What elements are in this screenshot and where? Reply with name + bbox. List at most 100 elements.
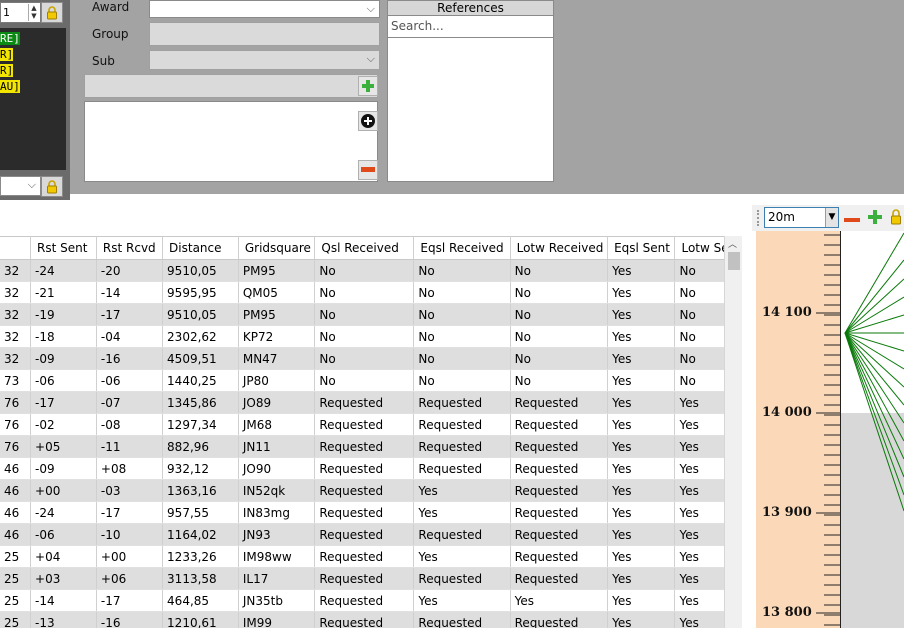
table-row[interactable]: 76 +05 -11 882,96 JN11 Requested Requested Requ…: [0, 435, 742, 458]
plus-icon: [362, 80, 374, 92]
table-cell: -06: [30, 523, 97, 546]
table-cell: No: [314, 281, 415, 304]
tag-item-0[interactable]: RE]: [0, 32, 22, 45]
group-field[interactable]: [149, 22, 380, 46]
table-cell: Requested: [314, 523, 415, 546]
table-row[interactable]: 32 -21 -14 9595,95 QM05 No No No Yes No: [0, 281, 742, 304]
spin-arrows-icon[interactable]: ▲ ▼: [28, 4, 39, 21]
freq-label-1: 14 000: [762, 405, 812, 420]
freq-label-3: 13 800: [762, 605, 812, 620]
references-search-input[interactable]: Search...: [388, 16, 553, 38]
table-cell: -24: [30, 259, 97, 282]
table-cell: JN11: [238, 435, 316, 458]
table-cell: 1363,16: [162, 479, 239, 502]
table-row[interactable]: 32 -18 -04 2302,62 KP72 No No No Yes No: [0, 325, 742, 348]
table-cell: Requested: [510, 479, 609, 502]
table-cell: Requested: [314, 457, 415, 480]
table-row[interactable]: 46 -24 -17 957,55 IN83mg Requested Yes Requeste…: [0, 501, 742, 524]
table-header-row: Rst Sent Rst Rcvd Distance Gridsquare Qsl Re…: [0, 236, 742, 260]
tag-item-3[interactable]: AU]: [0, 80, 22, 93]
table-cell: Requested: [314, 501, 415, 524]
toolbar-grip[interactable]: [757, 210, 760, 226]
band-spot-map[interactable]: [841, 231, 904, 628]
remove-award-button[interactable]: [358, 160, 378, 180]
table-row[interactable]: 46 -06 -10 1164,02 JN93 Requested Requested Req…: [0, 523, 742, 546]
table-cell: Requested: [510, 391, 609, 414]
table-row[interactable]: 76 -17 -07 1345,86 JO89 Requested Requested Req…: [0, 391, 742, 414]
scroll-up-icon[interactable]: ︿: [728, 237, 737, 250]
table-row[interactable]: 25 -13 -16 1210,61 IM99 Requested Requested Req…: [0, 611, 742, 628]
table-cell: 1233,26: [162, 545, 239, 568]
table-cell: -17: [96, 501, 164, 524]
table-cell: Requested: [314, 413, 415, 436]
tag-item-2[interactable]: R]: [0, 64, 15, 77]
table-cell: 32: [0, 325, 32, 348]
add-circle-button[interactable]: [358, 111, 378, 131]
scroll-thumb[interactable]: [728, 252, 740, 270]
column-header[interactable]: [0, 236, 32, 260]
band-select[interactable]: 20m ▼: [764, 207, 839, 228]
table-cell: JN35tb: [238, 589, 316, 612]
table-row[interactable]: 25 +04 +00 1233,26 IM98ww Requested Yes Request…: [0, 545, 742, 568]
table-cell: -16: [96, 347, 164, 370]
lock-button-top[interactable]: [41, 2, 63, 23]
table-cell: JO90: [238, 457, 316, 480]
spin-input[interactable]: 1 ▲ ▼: [0, 2, 41, 23]
tag-item-1[interactable]: R]: [0, 48, 15, 61]
table-row[interactable]: 32 -09 -16 4509,51 MN47 No No No Yes No: [0, 347, 742, 370]
table-row[interactable]: 25 +03 +06 3113,58 IL17 Requested Requested Req…: [0, 567, 742, 590]
table-cell: Requested: [314, 545, 415, 568]
frequency-scale[interactable]: 14 100 14 000 13 900 13 800: [756, 231, 841, 628]
table-cell: 882,96: [162, 435, 239, 458]
tag-list[interactable]: RE] R] R] AU]: [0, 28, 66, 170]
band-zoom-in-button[interactable]: [867, 209, 883, 228]
add-award-button[interactable]: [358, 76, 378, 96]
chevron-down-icon: ⌵: [366, 2, 375, 15]
column-header[interactable]: Lotw Received: [510, 236, 609, 260]
table-cell: 9510,05: [162, 259, 239, 282]
table-cell: Requested: [413, 435, 511, 458]
table-cell: 25: [0, 611, 32, 628]
table-cell: Yes: [607, 479, 676, 502]
award-combo[interactable]: ⌵: [149, 0, 380, 18]
table-cell: IM98ww: [238, 545, 316, 568]
column-header[interactable]: Eqsl Sent: [607, 236, 676, 260]
table-cell: +03: [30, 567, 97, 590]
column-header[interactable]: Rst Sent: [30, 236, 97, 260]
table-row[interactable]: 32 -19 -17 9510,05 PM95 No No No Yes No: [0, 303, 742, 326]
lock-button-bottom[interactable]: [41, 176, 63, 197]
column-header[interactable]: Eqsl Received: [413, 236, 511, 260]
column-header[interactable]: Distance: [162, 236, 239, 260]
left-combo[interactable]: ⌵: [0, 176, 41, 196]
table-row[interactable]: 32 -24 -20 9510,05 PM95 No No No Yes No: [0, 259, 742, 282]
table-vertical-scrollbar[interactable]: ︿: [724, 236, 742, 628]
table-row[interactable]: 46 +00 -03 1363,16 IN52qk Requested Yes Request…: [0, 479, 742, 502]
dropdown-arrow-icon[interactable]: ▼: [825, 208, 838, 227]
award-entry-field[interactable]: [84, 74, 378, 98]
award-label: Award: [92, 0, 130, 14]
band-zoom-out-button[interactable]: [844, 212, 860, 226]
table-cell: IN83mg: [238, 501, 316, 524]
band-lock-button[interactable]: [890, 209, 902, 228]
table-cell: 2302,62: [162, 325, 239, 348]
table-row[interactable]: 76 -02 -08 1297,34 JM68 Requested Requested Req…: [0, 413, 742, 436]
column-header[interactable]: Gridsquare: [238, 236, 316, 260]
sub-combo[interactable]: ⌵: [149, 50, 380, 70]
table-cell: 32: [0, 281, 32, 304]
table-cell: JO89: [238, 391, 316, 414]
column-header[interactable]: Rst Rcvd: [96, 236, 164, 260]
plus-circle-icon: [361, 114, 375, 128]
table-cell: Requested: [510, 457, 609, 480]
award-list[interactable]: [84, 101, 378, 182]
column-header[interactable]: Qsl Received: [314, 236, 415, 260]
table-cell: Requested: [314, 611, 415, 628]
table-cell: -06: [96, 369, 164, 392]
table-row[interactable]: 46 -09 +08 932,12 JO90 Requested Requested Requ…: [0, 457, 742, 480]
table-row[interactable]: 25 -14 -17 464,85 JN35tb Requested Yes Yes Yes Ye…: [0, 589, 742, 612]
table-cell: -03: [96, 479, 164, 502]
table-cell: Yes: [607, 545, 676, 568]
table-cell: 464,85: [162, 589, 239, 612]
table-row[interactable]: 73 -06 -06 1440,25 JP80 No No No Yes No: [0, 369, 742, 392]
table-cell: -18: [30, 325, 97, 348]
table-cell: JP80: [238, 369, 316, 392]
